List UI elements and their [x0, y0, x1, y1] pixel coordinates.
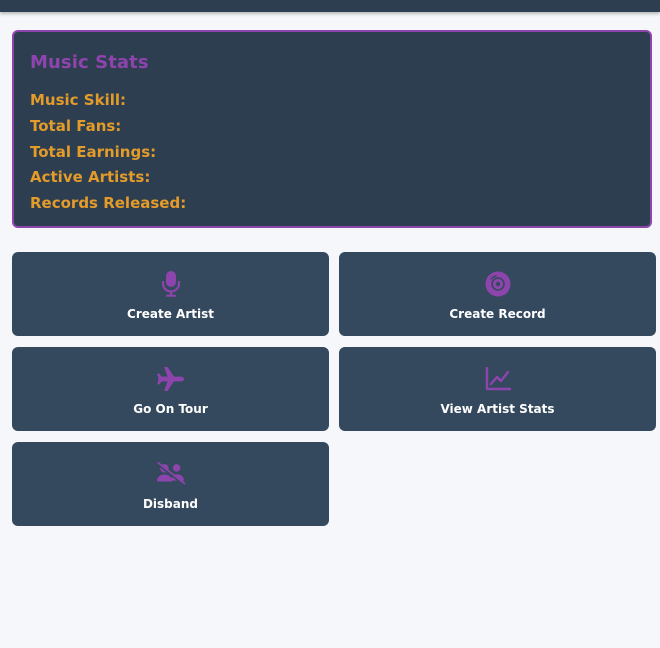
airplane-icon: [156, 364, 186, 394]
button-label: Create Record: [449, 307, 546, 321]
button-label: Go On Tour: [133, 402, 208, 416]
line-chart-icon: [483, 364, 513, 394]
stat-label: Music Skill:: [30, 91, 126, 109]
stat-records-released: Records Released:: [30, 194, 634, 220]
create-record-button[interactable]: Create Record: [339, 252, 656, 336]
music-stats-panel: Music Stats Music Skill: Total Fans: Tot…: [12, 30, 652, 228]
button-label: View Artist Stats: [440, 402, 555, 416]
stat-total-earnings: Total Earnings:: [30, 143, 634, 169]
stat-label: Total Fans:: [30, 116, 122, 135]
button-label: Disband: [142, 497, 199, 511]
view-artist-stats-button[interactable]: View Artist Stats: [339, 347, 656, 431]
users-slash-icon: [155, 459, 186, 489]
top-bar: [0, 0, 660, 12]
stat-label: Active Artists:: [30, 168, 151, 187]
action-grid: Create Artist Create Record Go On Tour V…: [12, 252, 656, 526]
button-label: Create Artist: [127, 307, 214, 321]
disband-button[interactable]: Disband: [12, 442, 329, 526]
stat-label: Total Earnings:: [30, 142, 157, 161]
go-on-tour-button[interactable]: Go On Tour: [12, 347, 329, 431]
stat-music-skill: Music Skill:: [30, 91, 634, 117]
stat-total-fans: Total Fans:: [30, 117, 634, 143]
create-artist-button[interactable]: Create Artist: [12, 252, 329, 336]
stat-active-artists: Active Artists:: [30, 168, 634, 194]
stats-title: Music Stats: [30, 52, 149, 73]
stat-label: Records Released:: [30, 194, 187, 213]
microphone-icon: [156, 269, 186, 299]
record-disc-icon: [483, 269, 513, 299]
